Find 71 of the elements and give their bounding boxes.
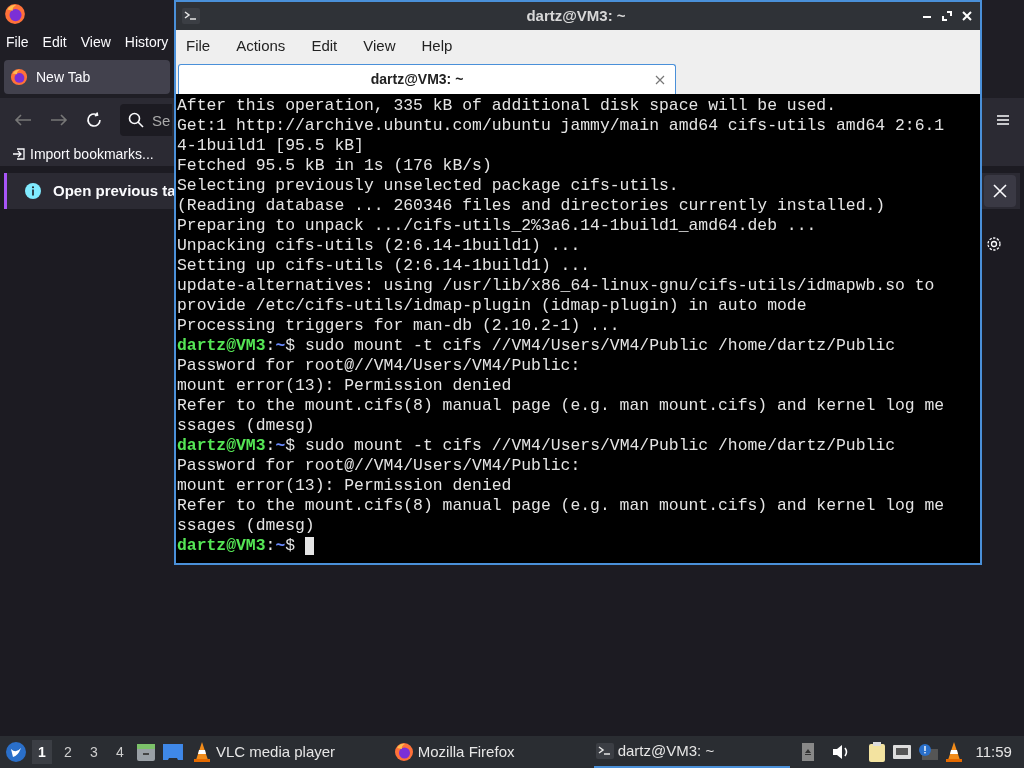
output-line: provide /etc/cifs-utils/idmap-plugin (idmap-plugin) in auto mode xyxy=(177,296,808,316)
output-line: After this operation, 335 kB of additional disk space will be used. xyxy=(177,96,837,116)
eject-icon[interactable] xyxy=(801,743,814,761)
output-line: ssages (dmesg) xyxy=(177,516,316,536)
output-line: Setting up cifs-utils (2:6.14-1build1) ... xyxy=(177,256,592,276)
output-line: Refer to the mount.cifs(8) manual page (e.g. man mount.cifs) and kernel log me xyxy=(177,396,946,416)
output-line: Unpacking cifs-utils (2:6.14-1build1) ... xyxy=(177,236,582,256)
output-line: Processing triggers for man-db (2.10.2-1) ... xyxy=(177,316,621,336)
start-menu-icon[interactable] xyxy=(6,742,26,762)
menu-item[interactable]: View xyxy=(363,34,396,58)
task-button[interactable]: VLC media player xyxy=(189,736,386,768)
workspace-switch[interactable]: 2 xyxy=(57,740,78,764)
output-line: (Reading database ... 260346 files and directories currently installed.) xyxy=(177,196,887,216)
menu-item[interactable]: Actions xyxy=(236,34,286,58)
search-field[interactable]: Se xyxy=(120,104,172,136)
firefox-icon xyxy=(393,742,414,762)
output-line: Preparing to unpack .../cifs-utils_2%3a6.14-1build1_amd64.deb ... xyxy=(177,216,818,236)
prompt-line: dartz@VM3:~$ xyxy=(177,536,980,556)
notification-icon[interactable] xyxy=(917,743,938,761)
prompt-line: dartz@VM3:~$ sudo mount -t cifs //VM4/Users/VM4/Public /home/dartz/Public xyxy=(177,336,897,356)
task-button[interactable]: Mozilla Firefox xyxy=(391,736,588,768)
close-icon xyxy=(993,184,1007,198)
import-icon xyxy=(12,147,26,161)
clipboard-icon[interactable] xyxy=(867,742,886,762)
back-arrow-icon[interactable] xyxy=(14,113,32,127)
menu-item[interactable]: Edit xyxy=(311,34,338,58)
traffic-cone-icon xyxy=(943,741,964,763)
firefox-icon xyxy=(4,3,26,25)
clock: 11:59 xyxy=(975,741,1012,762)
window-title: dartz@VM3: ~ xyxy=(526,5,626,26)
output-line: mount error(13): Permission denied xyxy=(177,376,513,396)
task-button[interactable]: dartz@VM3: ~ xyxy=(593,736,790,768)
menu-item[interactable]: Help xyxy=(421,34,453,58)
firefox-icon xyxy=(10,68,28,86)
output-line: Password for root@//VM4/Users/VM4/Public: xyxy=(177,356,582,376)
menu-item[interactable]: View xyxy=(80,31,111,53)
menu-icon[interactable] xyxy=(996,114,1010,126)
terminal-icon xyxy=(182,8,200,24)
output-line: Password for root@//VM4/Users/VM4/Public: xyxy=(177,456,582,476)
search-icon xyxy=(128,112,144,128)
output-line: Get:1 http://archive.ubuntu.com/ubuntu jammy/main amd64 cifs-utils amd64 2:6.1 xyxy=(177,116,946,136)
terminal-icon xyxy=(595,743,614,759)
forward-arrow-icon[interactable] xyxy=(50,113,68,127)
reload-icon[interactable] xyxy=(86,112,102,128)
output-line: Selecting previously unselected package cifs-utils. xyxy=(177,176,680,196)
menu-item[interactable]: Edit xyxy=(42,31,67,53)
output-line: Fetched 95.5 kB in 1s (176 kB/s) xyxy=(177,156,493,176)
workspace-switch[interactable]: 3 xyxy=(83,740,104,764)
menu-item[interactable]: File xyxy=(6,31,29,53)
bookmark-item[interactable]: Import bookmarks... xyxy=(12,143,154,165)
browser-tab[interactable]: New Tab xyxy=(4,60,170,94)
menu-item[interactable]: File xyxy=(186,34,211,58)
prompt-line: dartz@VM3:~$ sudo mount -t cifs //VM4/Users/VM4/Public /home/dartz/Public xyxy=(177,436,897,456)
traffic-cone-icon xyxy=(191,741,212,763)
output-line: Refer to the mount.cifs(8) manual page (e.g. man mount.cifs) and kernel log me xyxy=(177,496,946,516)
menu-item[interactable]: History xyxy=(124,31,169,53)
output-line: update-alternatives: using /usr/lib/x86_64-linux-gnu/cifs-utils/idmapwb.so to xyxy=(177,276,936,296)
output-line: ssages (dmesg) xyxy=(177,416,316,436)
settings-icon[interactable] xyxy=(986,236,1002,252)
speaker-icon[interactable] xyxy=(831,744,850,760)
network-icon[interactable] xyxy=(891,744,912,760)
close-button[interactable] xyxy=(984,175,1016,207)
workspace-switch[interactable]: 1 xyxy=(32,740,52,764)
output-line: 4-1build1 [95.5 kB] xyxy=(177,136,365,156)
maximize-icon[interactable] xyxy=(942,11,952,21)
output-line: mount error(13): Permission denied xyxy=(177,476,513,496)
terminal-tab[interactable]: dartz@VM3: ~ xyxy=(178,64,676,94)
info-icon xyxy=(25,183,41,199)
window-icon[interactable] xyxy=(161,743,184,761)
file-cabinet-icon[interactable] xyxy=(135,742,156,762)
workspace-switch[interactable]: 4 xyxy=(109,740,130,764)
